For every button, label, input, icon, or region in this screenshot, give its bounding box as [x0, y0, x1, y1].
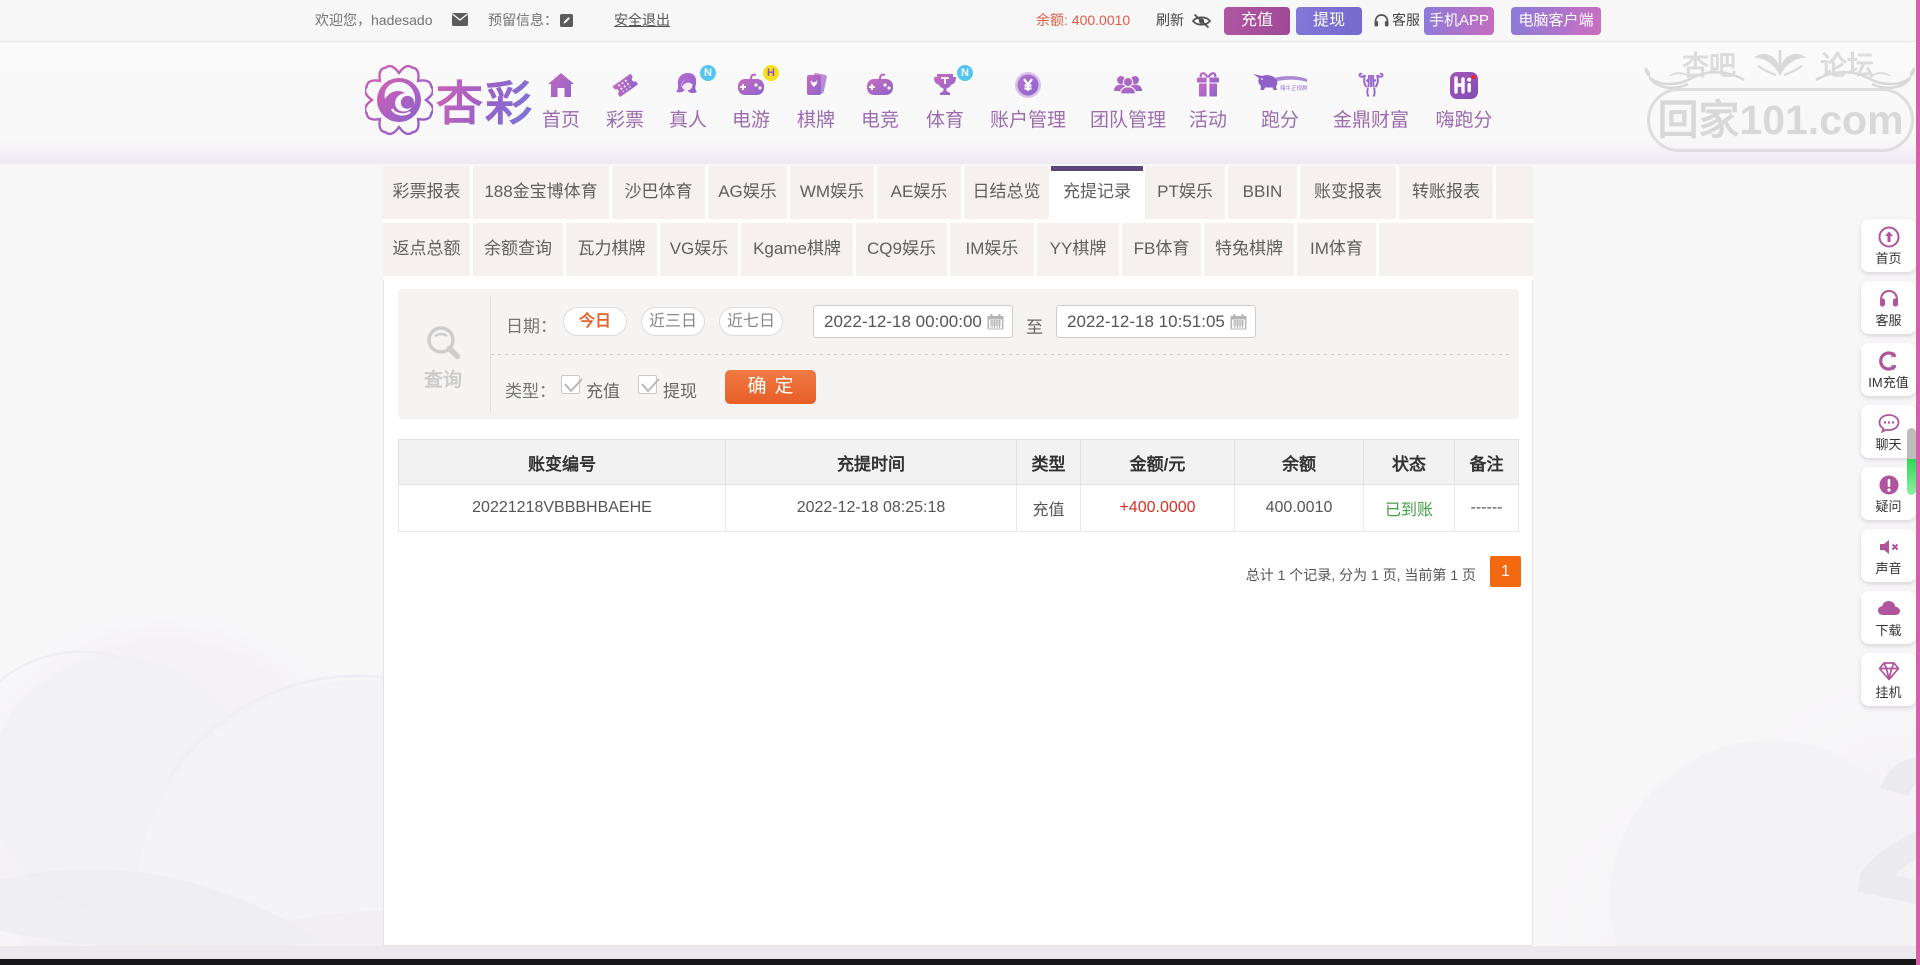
- svg-text:20: 20: [1841, 704, 1920, 965]
- svg-text:嗨牛正规群: 嗨牛正规群: [1280, 84, 1308, 92]
